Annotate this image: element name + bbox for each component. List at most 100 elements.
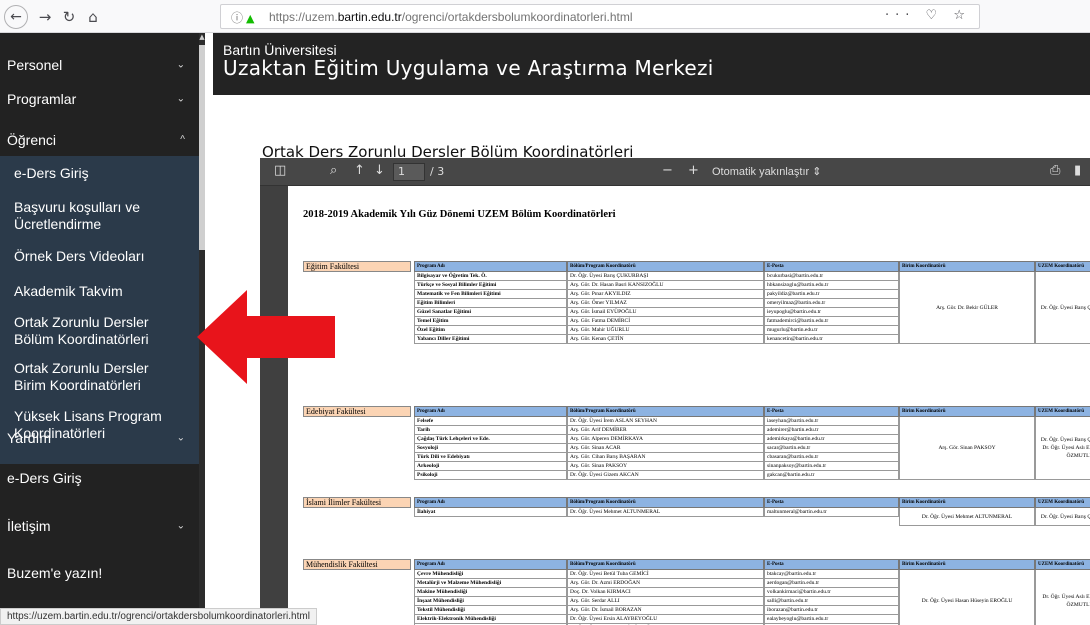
table-cell: ademirkaya@bartin.edu.tr: [764, 435, 899, 444]
faculty-name: İslami İlimler Fakültesi: [303, 497, 411, 508]
table-header-cell: E-Posta: [764, 261, 899, 272]
chevron-down-icon: ⌄: [176, 59, 185, 71]
previous-page-icon[interactable]: ↑: [354, 163, 365, 178]
table-cell: fatmademirci@bartin.edu.tr: [764, 317, 899, 326]
table-header-cell: Birim Koordinatörü: [899, 559, 1035, 570]
browser-toolbar: ← → ↻ ⌂ ⓘ ▲ https://uzem.bartin.edu.tr/og…: [0, 0, 1090, 33]
table-cell: Psikoloji: [414, 471, 567, 480]
sidebar-subitem-eders[interactable]: e-Ders Giriş: [0, 165, 199, 182]
sidebar-subitem-bolum-koordinatorleri[interactable]: Ortak Zorunlu Dersler Bölüm Koordinatörl…: [0, 314, 180, 348]
table-cell: volkankirmaci@bartin.edu.tr: [764, 588, 899, 597]
faculty-name: Mühendislik Fakültesi: [303, 559, 411, 570]
table-cell: Felsefe: [414, 417, 567, 426]
sidebar-item-iletisim[interactable]: İletişim ⌄: [0, 518, 199, 534]
zoom-in-icon[interactable]: +: [688, 163, 699, 178]
page-actions-icons[interactable]: ··· ♡ ☆: [885, 8, 971, 23]
zoom-out-icon[interactable]: −: [662, 163, 673, 178]
table-cell: Elektrik-Elektronik Mühendisliği: [414, 615, 567, 624]
home-icon[interactable]: ⌂: [82, 6, 104, 28]
back-arrow-icon[interactable]: ←: [4, 5, 28, 29]
faculty-name: Edebiyat Fakültesi: [303, 406, 411, 417]
chevron-up-icon: ^: [180, 134, 185, 146]
table-cell: Arş. Gör. Fatma DEMİRCİ: [567, 317, 764, 326]
table-header-cell: UZEM Koordinatörü: [1035, 406, 1090, 417]
table-cell: cbasaran@bartin.edu.tr: [764, 453, 899, 462]
table-cell: Tarih: [414, 426, 567, 435]
table-cell: Makine Mühendisliği: [414, 588, 567, 597]
table-cell: kenancetin@bartin.edu.tr: [764, 335, 899, 344]
table-cell: Arş. Gör. İsmail EYÜPOĞLU: [567, 308, 764, 317]
table-cell: maltunmeral@bartin.edu.tr: [764, 508, 899, 517]
next-page-icon[interactable]: ↓: [374, 163, 385, 178]
main-content: Bartın Üniversitesi Uzaktan Eğitim Uygul…: [213, 33, 1090, 625]
table-header-cell: Birim Koordinatörü: [899, 261, 1035, 272]
reload-icon[interactable]: ↻: [58, 6, 80, 28]
site-info-icon[interactable]: ⓘ ▲: [231, 9, 254, 26]
scrollbar-thumb[interactable]: [199, 45, 205, 250]
zoom-select[interactable]: Otomatik yakınlaştır ⇕: [712, 165, 821, 178]
sidebar-subitem-basvuru[interactable]: Başvuru koşulları ve Ücretlendirme: [0, 199, 170, 233]
url-bar[interactable]: ⓘ ▲ https://uzem.bartin.edu.tr/ogrenci/or…: [220, 4, 980, 29]
sidebar-subitem-ornek-videolar[interactable]: Örnek Ders Videoları: [0, 248, 199, 265]
sidebar-item-buzeme-yazin[interactable]: Buzem'e yazın!: [0, 565, 199, 581]
scroll-up-icon[interactable]: ▲: [199, 33, 205, 41]
table-cell: Temel Eğitim: [414, 317, 567, 326]
table-cell: Özel Eğitim: [414, 326, 567, 335]
sidebar-item-yardim[interactable]: Yardım ⌄: [0, 430, 199, 446]
table-cell: Dr. Öğr. Üyesi Ersin ALAYBEYOĞLU: [567, 615, 764, 624]
table-cell: aerdogan@bartin.edu.tr: [764, 579, 899, 588]
table-cell: Arş. Gör. Dr. Azmi ERDOĞAN: [567, 579, 764, 588]
sidebar-subitem-birim-koordinatorleri[interactable]: Ortak Zorunlu Dersler Birim Koordinatörl…: [0, 360, 160, 394]
chevron-down-icon: ⌄: [176, 93, 185, 105]
sidebar-item-ogrenci[interactable]: Öğrenci ^: [0, 132, 199, 148]
table-cell: Arkeoloji: [414, 462, 567, 471]
table-cell: gakcan@bartin.edu.tr: [764, 471, 899, 480]
center-name: Uzaktan Eğitim Uygulama ve Araştırma Mer…: [223, 56, 714, 80]
sidebar-item-eders-giris[interactable]: e-Ders Giriş: [0, 470, 199, 486]
uzem-coordinator-cell: Dr. Öğr. Üyesi Barış ÇUKURBAŞI: [1035, 508, 1090, 526]
download-icon[interactable]: ▮: [1074, 163, 1081, 178]
table-header-cell: E-Posta: [764, 497, 899, 508]
sidebar-item-programlar[interactable]: Programlar ⌄: [0, 91, 199, 107]
table-header-cell: Program Adı: [414, 261, 567, 272]
table-cell: Türkçe ve Sosyal Bilimler Eğitimi: [414, 281, 567, 290]
table-cell: Arş. Gör. Dr. Hasan Basri KANSIZOĞLU: [567, 281, 764, 290]
uzem-coordinator-cell: Dr. Öğr. Üyesi Aslı EYECİOĞLUÖZMUTLU: [1035, 570, 1090, 625]
table-cell: Dr. Öğr. Üyesi Mehmet ALTUNMERAL: [567, 508, 764, 517]
search-icon[interactable]: ⌕: [330, 163, 337, 178]
table-cell: Arş. Gör. Alperen DEMİRKAYA: [567, 435, 764, 444]
table-cell: Dr. Öğr. Üyesi Barış ÇUKURBAŞI: [567, 272, 764, 281]
chevron-down-icon: ⌄: [176, 520, 185, 532]
table-cell: Eğitim Bilimleri: [414, 299, 567, 308]
birim-coordinator-cell: Arş. Gör. Dr. Bekir GÜLER: [899, 272, 1035, 344]
lock-icon: ▲: [246, 12, 255, 25]
table-header-cell: UZEM Koordinatörü: [1035, 497, 1090, 508]
table-cell: Arş. Gör. Arif DEMİRER: [567, 426, 764, 435]
table-cell: Arş. Gör. Serdar ALLI: [567, 597, 764, 606]
table-header-cell: UZEM Koordinatörü: [1035, 559, 1090, 570]
red-arrow-icon: [197, 290, 335, 384]
sidebar-toggle-icon[interactable]: ◫: [274, 163, 286, 178]
table-header-cell: Bölüm/Program Koordinatörü: [567, 261, 764, 272]
url-text[interactable]: https://uzem.bartin.edu.tr/ogrenci/ortak…: [269, 10, 633, 24]
birim-coordinator-cell: Dr. Öğr. Üyesi Hasan Hüseyin EROĞLU: [899, 570, 1035, 625]
print-icon[interactable]: ⎙: [1050, 163, 1060, 178]
table-cell: ieyupoglu@bartin.edu.tr: [764, 308, 899, 317]
table-cell: omeryilmaz@bartin.edu.tr: [764, 299, 899, 308]
document-title: 2018-2019 Akademik Yılı Güz Dönemi UZEM …: [303, 209, 616, 220]
uzem-coordinator-cell: Dr. Öğr. Üyesi Barış ÇUKURBAŞIDr. Öğr. Ü…: [1035, 417, 1090, 480]
table-cell: Türk Dili ve Edebiyatı: [414, 453, 567, 462]
chevron-down-icon: ⌄: [176, 432, 185, 444]
page-number-input[interactable]: 1: [393, 163, 425, 181]
pdf-viewer: ◫ ⌕ ↑ ↓ 1 / 3 − + Otomatik yakınlaştır ⇕…: [260, 158, 1090, 625]
sidebar-subitem-akademik-takvim[interactable]: Akademik Takvim: [0, 283, 199, 300]
table-header-cell: Program Adı: [414, 406, 567, 417]
sidebar-item-personel[interactable]: Personel ⌄: [0, 57, 199, 73]
status-bar-url: https://uzem.bartin.edu.tr/ogrenci/ortak…: [0, 608, 317, 625]
table-header-cell: Program Adı: [414, 497, 567, 508]
table-cell: sacar@bartin.edu.tr: [764, 444, 899, 453]
forward-arrow-icon[interactable]: →: [34, 6, 56, 28]
table-header-cell: Birim Koordinatörü: [899, 406, 1035, 417]
table-cell: sinanpaksoy@bartin.edu.tr: [764, 462, 899, 471]
table-cell: İnşaat Mühendisliği: [414, 597, 567, 606]
